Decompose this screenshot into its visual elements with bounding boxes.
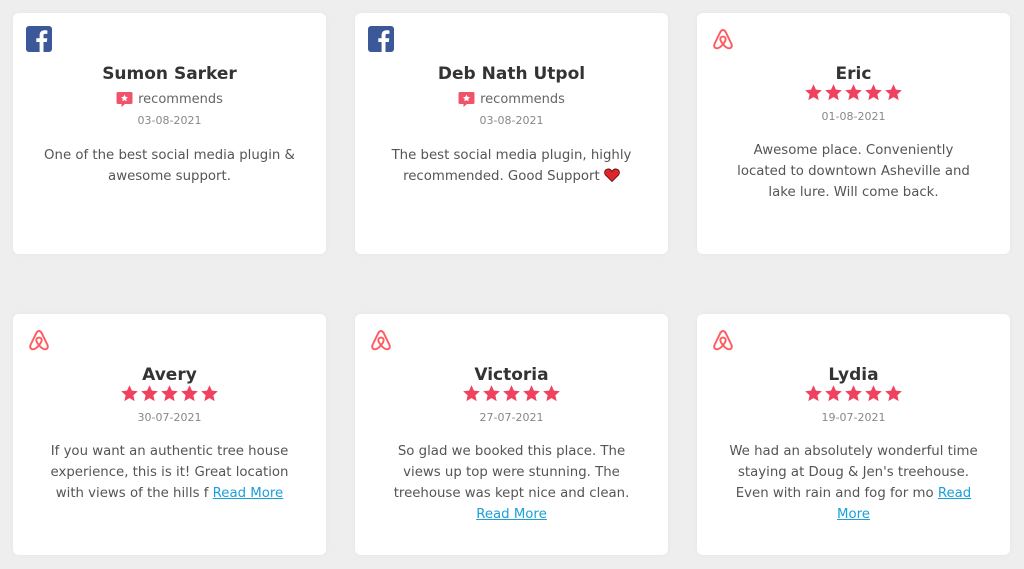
star-icon (884, 83, 903, 102)
heart-icon (604, 168, 620, 183)
facebook-icon (368, 26, 394, 52)
review-date: 03-08-2021 (137, 114, 202, 127)
star-rating (13, 384, 326, 404)
reviewer-name: Avery (142, 365, 197, 385)
recommends-label: recommends (138, 91, 223, 107)
airbnb-icon (710, 26, 736, 52)
star-icon (824, 384, 843, 403)
star-icon (120, 384, 139, 403)
star-icon (482, 384, 501, 403)
read-more-link[interactable]: Read More (476, 507, 547, 522)
recommend-icon (458, 91, 475, 108)
star-icon (864, 384, 883, 403)
airbnb-icon (710, 327, 736, 353)
review-date: 03-08-2021 (479, 114, 544, 127)
reviewer-name: Lydia (828, 365, 879, 385)
facebook-icon (26, 26, 52, 52)
star-icon (180, 384, 199, 403)
recommends-badge: recommends (13, 89, 326, 109)
review-text: Awesome place. Conveniently located to d… (737, 143, 970, 200)
recommend-icon (116, 91, 133, 108)
star-icon (844, 83, 863, 102)
star-icon (844, 384, 863, 403)
reviewer-name: Sumon Sarker (102, 64, 237, 84)
star-icon (804, 83, 823, 102)
review-card: Eric 01-08-2021 Awesome place. Convenien… (697, 13, 1010, 254)
star-icon (462, 384, 481, 403)
review-card: Lydia 19-07-2021 We had an absolutely wo… (697, 314, 1010, 555)
reviews-grid: Sumon Sarker recommends 03-08-2021 One o… (0, 0, 1024, 569)
star-icon (884, 384, 903, 403)
star-icon (200, 384, 219, 403)
star-icon (522, 384, 541, 403)
recommends-label: recommends (480, 91, 565, 107)
reviewer-name: Deb Nath Utpol (437, 64, 586, 84)
star-rating (697, 384, 1010, 404)
review-text-body: The best social media plugin, highly rec… (391, 148, 632, 184)
airbnb-icon (26, 327, 52, 353)
review-date: 27-07-2021 (479, 411, 544, 424)
review-card: Avery 30-07-2021 If you want an authenti… (13, 314, 326, 555)
review-date: 01-08-2021 (821, 110, 886, 123)
review-text-body: So glad we booked this place. The views … (393, 444, 630, 501)
review-card: Victoria 27-07-2021 So glad we booked th… (355, 314, 668, 555)
recommends-badge: recommends (355, 89, 668, 109)
star-icon (542, 384, 561, 403)
star-icon (140, 384, 159, 403)
star-icon (804, 384, 823, 403)
review-card: Sumon Sarker recommends 03-08-2021 One o… (13, 13, 326, 254)
review-text: So glad we booked this place. The views … (385, 441, 638, 525)
star-icon (824, 83, 843, 102)
review-text: If you want an authentic tree house expe… (43, 441, 296, 504)
star-rating (355, 384, 668, 404)
review-date: 19-07-2021 (821, 411, 886, 424)
reviewer-name: Eric (835, 64, 872, 84)
review-card: Deb Nath Utpol recommends 03-08-2021 The… (355, 13, 668, 254)
star-icon (864, 83, 883, 102)
star-icon (160, 384, 179, 403)
reviewer-name: Victoria (474, 365, 549, 385)
review-text: One of the best social media plugin & aw… (44, 148, 295, 184)
star-rating (697, 83, 1010, 103)
review-text: We had an absolutely wonderful time stay… (727, 441, 980, 525)
airbnb-icon (368, 327, 394, 353)
review-date: 30-07-2021 (137, 411, 202, 424)
read-more-link[interactable]: Read More (213, 486, 284, 501)
star-icon (502, 384, 521, 403)
review-text: The best social media plugin, highly rec… (385, 145, 638, 187)
